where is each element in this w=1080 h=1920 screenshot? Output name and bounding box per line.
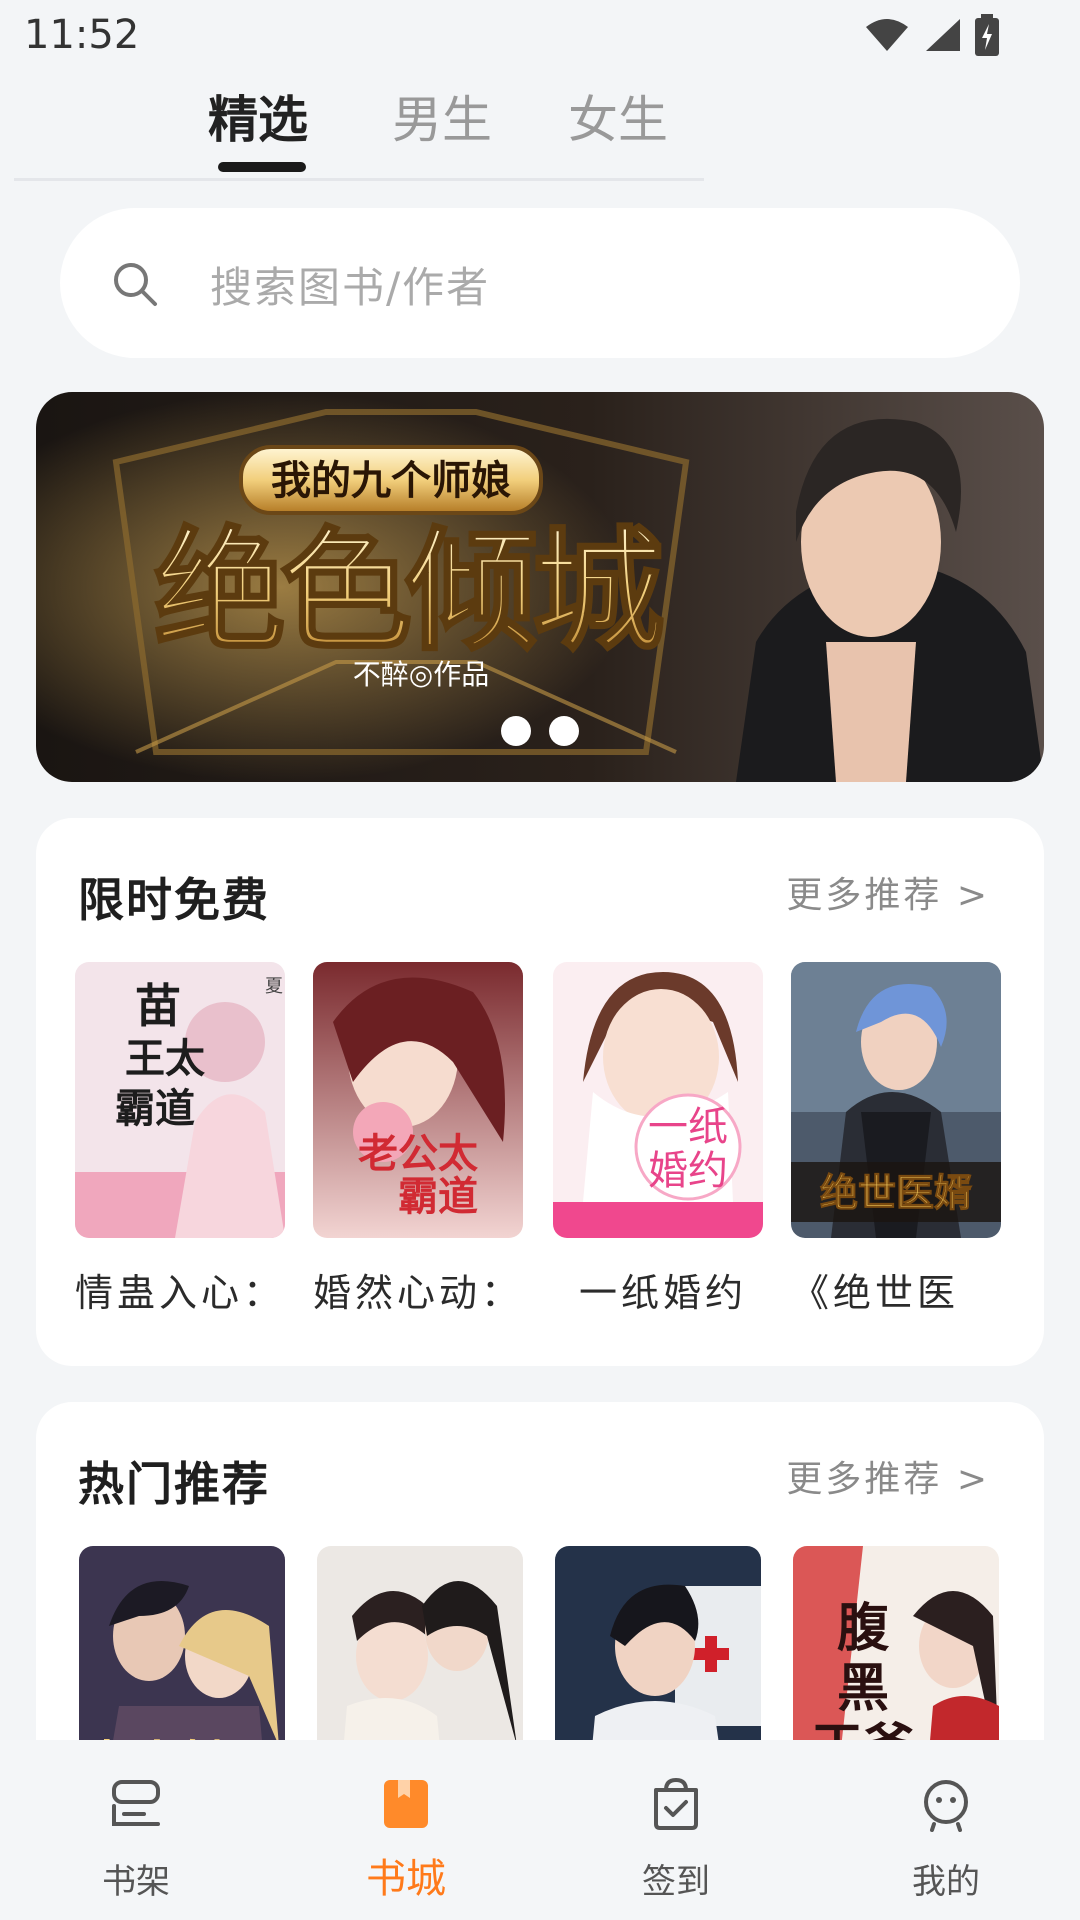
- tab-featured[interactable]: 精选: [208, 80, 308, 152]
- bottom-nav: 书架 书城 签到 我的: [0, 1740, 1080, 1920]
- banner-dot[interactable]: [549, 716, 579, 746]
- svg-text:老公太: 老公太: [358, 1130, 478, 1177]
- banner-dot[interactable]: [501, 716, 531, 746]
- svg-text:夏: 夏: [265, 976, 283, 997]
- book-item[interactable]: 绝世医婿 《绝世医: [791, 962, 1007, 1317]
- book-cover[interactable]: 苗 王太 霸道 夏: [75, 962, 285, 1238]
- nav-label: 书城: [366, 1856, 446, 1902]
- status-time: 11:52: [24, 12, 140, 58]
- svg-text:黑: 黑: [837, 1658, 889, 1719]
- book-item[interactable]: 一纸 婚约 一纸婚约: [553, 962, 769, 1317]
- checkin-icon: [654, 1777, 698, 1830]
- more-link[interactable]: 更多推荐 >: [786, 1450, 990, 1502]
- bookstore-icon: [384, 1780, 428, 1828]
- svg-text:腹: 腹: [837, 1598, 890, 1659]
- status-icons: [864, 14, 1000, 56]
- book-cover[interactable]: 老公太 霸道: [313, 962, 523, 1238]
- nav-label: 书架: [102, 1862, 170, 1902]
- nav-bookstore[interactable]: 书城: [336, 1776, 476, 1904]
- section-title: 限时免费: [78, 873, 270, 927]
- tab-female[interactable]: 女生: [568, 80, 668, 152]
- book-title: 情蛊入心：: [75, 1271, 286, 1315]
- profile-icon: [924, 1780, 968, 1832]
- tab-divider: [14, 178, 704, 181]
- book-cover[interactable]: 一纸 婚约: [553, 962, 763, 1238]
- section-title: 热门推荐: [78, 1457, 270, 1511]
- wifi-icon: [866, 19, 908, 51]
- banner-author: 不醉◎作品: [353, 658, 489, 691]
- signal-icon: [926, 19, 960, 51]
- book-title: 一纸婚约: [579, 1271, 748, 1315]
- tab-indicator: [218, 162, 306, 172]
- status-bar: 11:52: [0, 0, 1080, 70]
- nav-label: 我的: [912, 1862, 980, 1902]
- free-section: 限时免费 更多推荐 > 苗 王太 霸道 夏 情蛊入心： 老公太 霸道 婚然心动：…: [36, 818, 1044, 1366]
- nav-bookshelf[interactable]: 书架: [66, 1776, 206, 1903]
- nav-profile[interactable]: 我的: [876, 1776, 1016, 1903]
- bookshelf-icon: [112, 1780, 160, 1826]
- book-title: 《绝世医: [791, 1271, 960, 1315]
- svg-text:一纸: 一纸: [648, 1104, 728, 1150]
- battery-icon: [975, 14, 999, 56]
- banner-subtitle: 我的九个师娘: [271, 458, 511, 503]
- nav-checkin[interactable]: 签到: [606, 1776, 746, 1903]
- svg-text:婚约: 婚约: [648, 1148, 728, 1194]
- svg-text:苗: 苗: [135, 979, 181, 1033]
- svg-text:王太: 王太: [125, 1035, 205, 1082]
- book-title: 婚然心动：: [313, 1271, 524, 1315]
- nav-label: 签到: [642, 1862, 710, 1902]
- svg-text:绝世医婿: 绝世医婿: [820, 1170, 972, 1215]
- banner-title: 绝色倾城: [154, 514, 663, 669]
- svg-text:霸道: 霸道: [398, 1173, 478, 1220]
- book-item[interactable]: 老公太 霸道 婚然心动：: [313, 962, 529, 1317]
- search-input[interactable]: 搜索图书/作者: [60, 208, 1020, 358]
- search-placeholder: 搜索图书/作者: [210, 263, 491, 312]
- banner-dots: [36, 716, 1044, 746]
- book-cover[interactable]: 绝世医婿: [791, 962, 1001, 1238]
- more-link[interactable]: 更多推荐 >: [786, 866, 990, 918]
- search-icon: [114, 263, 157, 306]
- svg-text:霸道: 霸道: [115, 1085, 195, 1132]
- top-tabs: 精选 男生 女生: [0, 70, 1080, 181]
- book-item[interactable]: 苗 王太 霸道 夏 情蛊入心：: [75, 962, 291, 1317]
- banner-carousel[interactable]: 我的九个师娘 绝色倾城 不醉◎作品: [36, 392, 1044, 782]
- tab-male[interactable]: 男生: [392, 80, 492, 152]
